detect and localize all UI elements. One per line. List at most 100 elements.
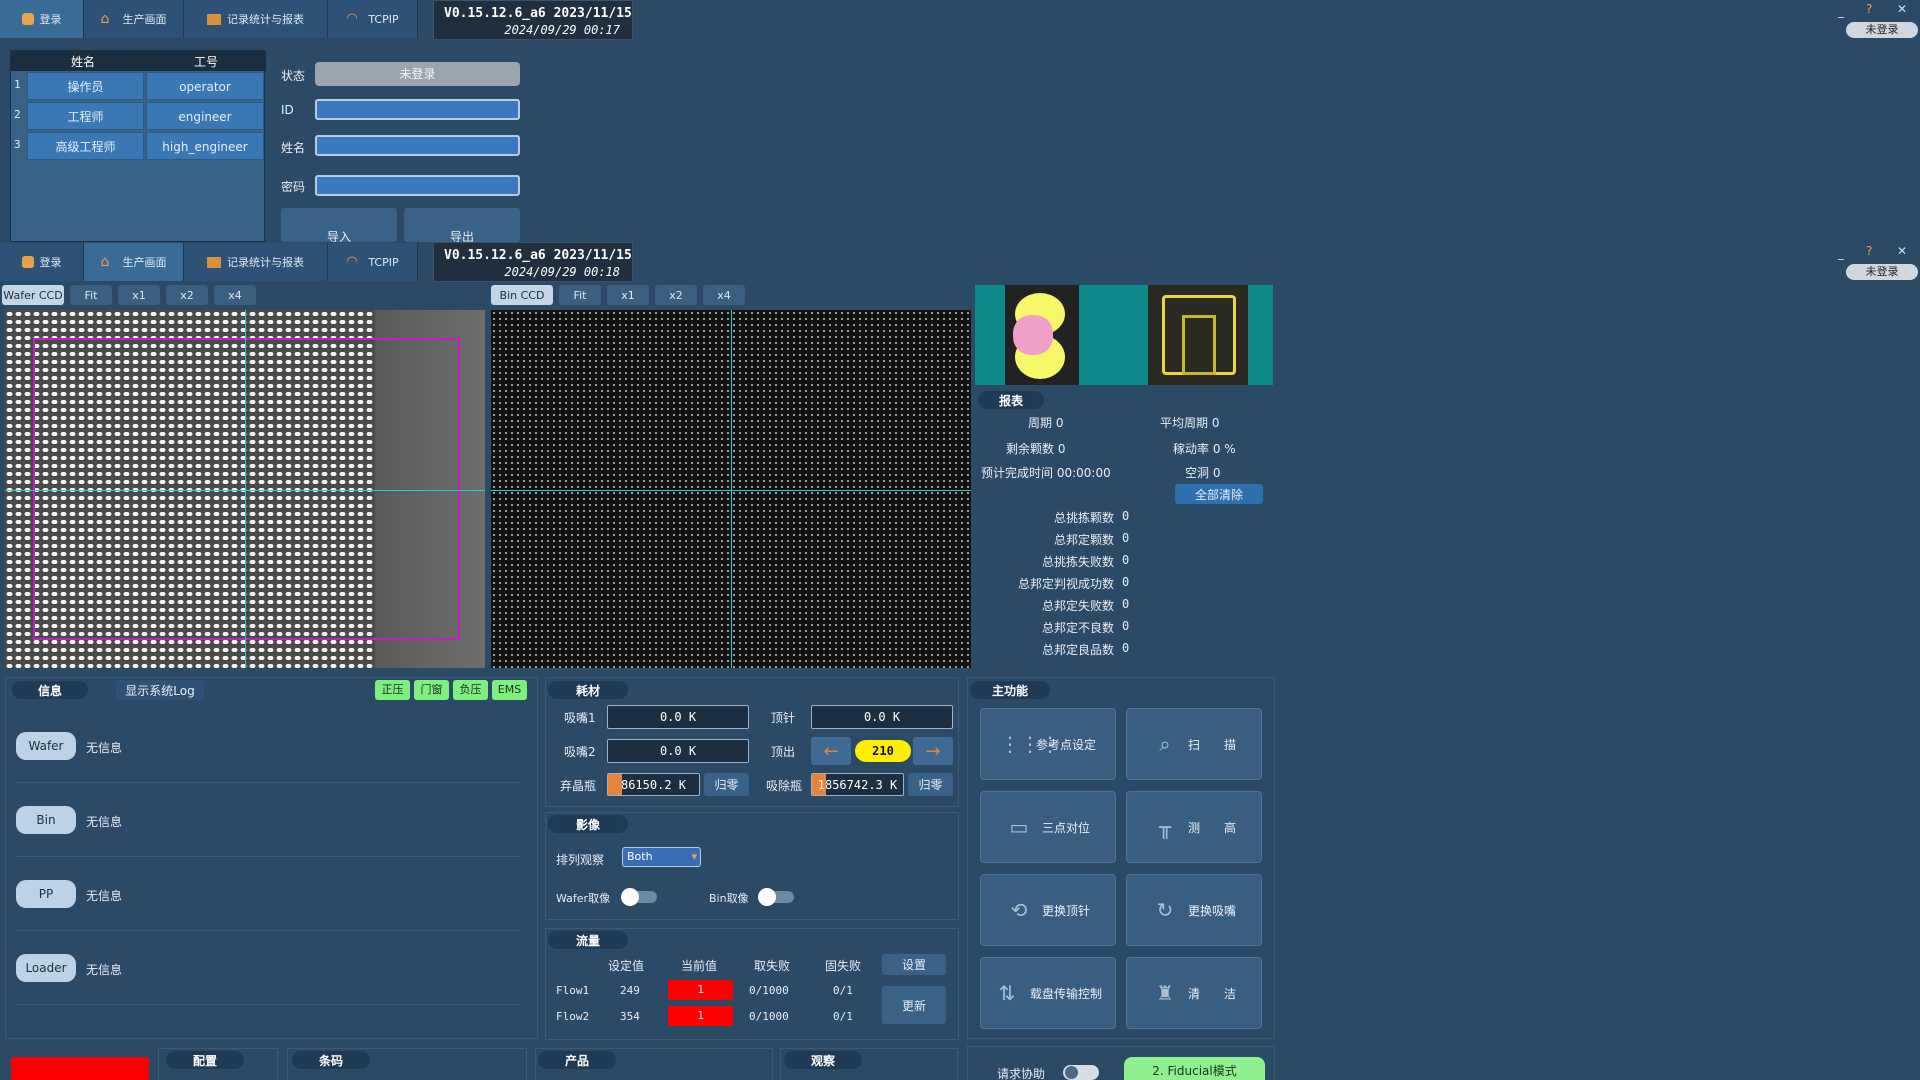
idle-label: 空洞 0: [1185, 466, 1221, 480]
show-log-button[interactable]: 显示系统Log: [116, 680, 204, 700]
nozzle1-label: 吸嘴1: [564, 711, 596, 725]
info-separator: [16, 856, 520, 857]
tab-production-2[interactable]: ⌂ 生产画面: [84, 243, 184, 281]
main-function-button[interactable]: ⇅ 载盘传输控制: [980, 957, 1116, 1029]
info-item-value: 无信息: [86, 815, 123, 829]
suction-bin-field: 1856742.3 K: [811, 773, 904, 796]
nozzle2-field[interactable]: 0.0 K: [607, 739, 749, 763]
needle-field[interactable]: 0.0 K: [811, 705, 953, 729]
tab-login-2[interactable]: 登录: [0, 243, 84, 281]
close-icon[interactable]: ✕: [1897, 2, 1907, 16]
barcode-title: 条码: [292, 1051, 370, 1069]
export-button[interactable]: 导出: [404, 208, 520, 244]
camera-tab-x1[interactable]: x1: [118, 285, 160, 305]
report-total-label: 总邦定不良数: [1041, 621, 1114, 635]
main-function-button[interactable]: ▭ 三点对位: [980, 791, 1116, 863]
tab-login[interactable]: 登录: [0, 0, 84, 38]
help-icon[interactable]: ?: [1866, 2, 1872, 16]
main-function-button[interactable]: ♜ 清 洁: [1126, 957, 1262, 1029]
camera-tab-x2[interactable]: x2: [655, 285, 697, 305]
minimize-icon-2[interactable]: _: [1838, 246, 1844, 260]
camera-tab-x1[interactable]: x1: [607, 285, 649, 305]
bin-ccd-view[interactable]: [491, 310, 971, 668]
report-total-value: 0: [1122, 553, 1130, 567]
eject-increase-button[interactable]: →: [913, 737, 953, 765]
password-input[interactable]: [315, 175, 520, 196]
flow-settings-button[interactable]: 设置: [882, 954, 946, 975]
camera-tab-x2[interactable]: x2: [166, 285, 208, 305]
flow-header-current: 当前值: [681, 959, 718, 973]
camera-tab-bin-ccd[interactable]: Bin CCD: [491, 285, 553, 305]
tab-tcpip-2[interactable]: ◠ TCPIP: [328, 243, 418, 281]
main-function-button[interactable]: ↻ 更换吸嘴: [1126, 874, 1262, 946]
main-function-label: 三点对位: [1041, 820, 1090, 835]
camera-tab-x4[interactable]: x4: [703, 285, 745, 305]
user-name-cell[interactable]: 工程师: [27, 102, 144, 130]
tab-production[interactable]: ⌂ 生产画面: [84, 0, 184, 38]
bin-capture-toggle[interactable]: [758, 888, 794, 906]
main-function-label: 测 高: [1187, 820, 1236, 835]
arrow-right-icon: →: [925, 740, 941, 762]
close-icon-2[interactable]: ✕: [1897, 244, 1907, 258]
camera-tab-fit[interactable]: Fit: [559, 285, 601, 305]
minimize-icon[interactable]: _: [1838, 4, 1844, 18]
product-title: 产品: [538, 1051, 616, 1069]
main-function-button[interactable]: ⌕ 扫 描: [1126, 708, 1262, 780]
reject-bin-field: 86150.2 K: [607, 773, 700, 796]
info-item-pill[interactable]: Loader: [16, 954, 76, 982]
info-item-pill[interactable]: PP: [16, 880, 76, 908]
flow-update-button[interactable]: 更新: [882, 986, 946, 1024]
wafer-capture-toggle[interactable]: [621, 888, 657, 906]
nozzle1-field[interactable]: 0.0 K: [607, 705, 749, 729]
remaining-label: 剩余颗数 0: [1006, 442, 1066, 456]
user-id-cell[interactable]: operator: [146, 72, 264, 100]
row-number: 2: [14, 108, 21, 121]
name-input[interactable]: [315, 135, 520, 156]
info-item-pill[interactable]: Bin: [16, 806, 76, 834]
id-input[interactable]: [315, 99, 520, 120]
search-icon: ⌕: [1159, 732, 1171, 756]
suction-reset-button[interactable]: 归零: [908, 773, 953, 796]
wafer-crosshair-v: [245, 310, 246, 668]
user-name-cell[interactable]: 高级工程师: [27, 132, 144, 160]
flow-name: Flow2: [556, 1010, 590, 1023]
fiducial-mode-button[interactable]: 2. Fiducial模式: [1124, 1057, 1265, 1080]
main-function-button[interactable]: ⋮⋮⋮ 参考点设定: [980, 708, 1116, 780]
version-label-2: V0.15.12.6_a6 2023/11/15: [444, 248, 632, 263]
bin-crosshair-v: [731, 310, 732, 668]
flow-name: Flow1: [556, 984, 590, 997]
user-id-cell[interactable]: engineer: [146, 102, 264, 130]
eject-label: 顶出: [771, 745, 796, 759]
reject-bin-label: 弃晶瓶: [560, 779, 597, 793]
camera-tab-fit[interactable]: Fit: [70, 285, 112, 305]
main-function-button[interactable]: ╥ 测 高: [1126, 791, 1262, 863]
clear-all-button[interactable]: 全部清除: [1175, 484, 1263, 504]
name-label: 姓名: [281, 141, 306, 155]
arrange-select[interactable]: Both ▾: [622, 847, 701, 867]
info-item-value: 无信息: [86, 889, 123, 903]
user-icon: [21, 13, 34, 25]
main-function-button[interactable]: ⟲ 更换顶针: [980, 874, 1116, 946]
info-item-pill[interactable]: Wafer: [16, 732, 76, 760]
reject-reset-button[interactable]: 归零: [704, 773, 749, 796]
needle-label: 顶针: [771, 711, 796, 725]
tab-tcpip[interactable]: ◠ TCPIP: [328, 0, 418, 38]
tab-records-2[interactable]: 记录统计与报表: [184, 243, 328, 281]
tab-records[interactable]: 记录统计与报表: [184, 0, 328, 38]
import-button[interactable]: 导入: [281, 208, 397, 244]
help-request-toggle[interactable]: [1063, 1065, 1099, 1080]
nozzle-thumbnail: [1005, 285, 1079, 385]
user-id-cell[interactable]: high_engineer: [146, 132, 264, 160]
help-request-label: 请求协助: [997, 1067, 1046, 1080]
id-label: ID: [281, 103, 294, 117]
wafer-capture-label: Wafer取像: [556, 892, 611, 905]
camera-tab-wafer-ccd[interactable]: Wafer CCD: [2, 285, 64, 305]
height-icon: ╥: [1158, 815, 1171, 839]
user-name-cell[interactable]: 操作员: [27, 72, 144, 100]
eject-decrease-button[interactable]: ←: [811, 737, 851, 765]
help-icon-2[interactable]: ?: [1866, 244, 1872, 258]
wafer-ccd-view[interactable]: [5, 310, 485, 668]
alarm-indicator: [11, 1057, 149, 1080]
grid-icon: ⋮⋮⋮: [999, 732, 1060, 756]
camera-tab-x4[interactable]: x4: [214, 285, 256, 305]
